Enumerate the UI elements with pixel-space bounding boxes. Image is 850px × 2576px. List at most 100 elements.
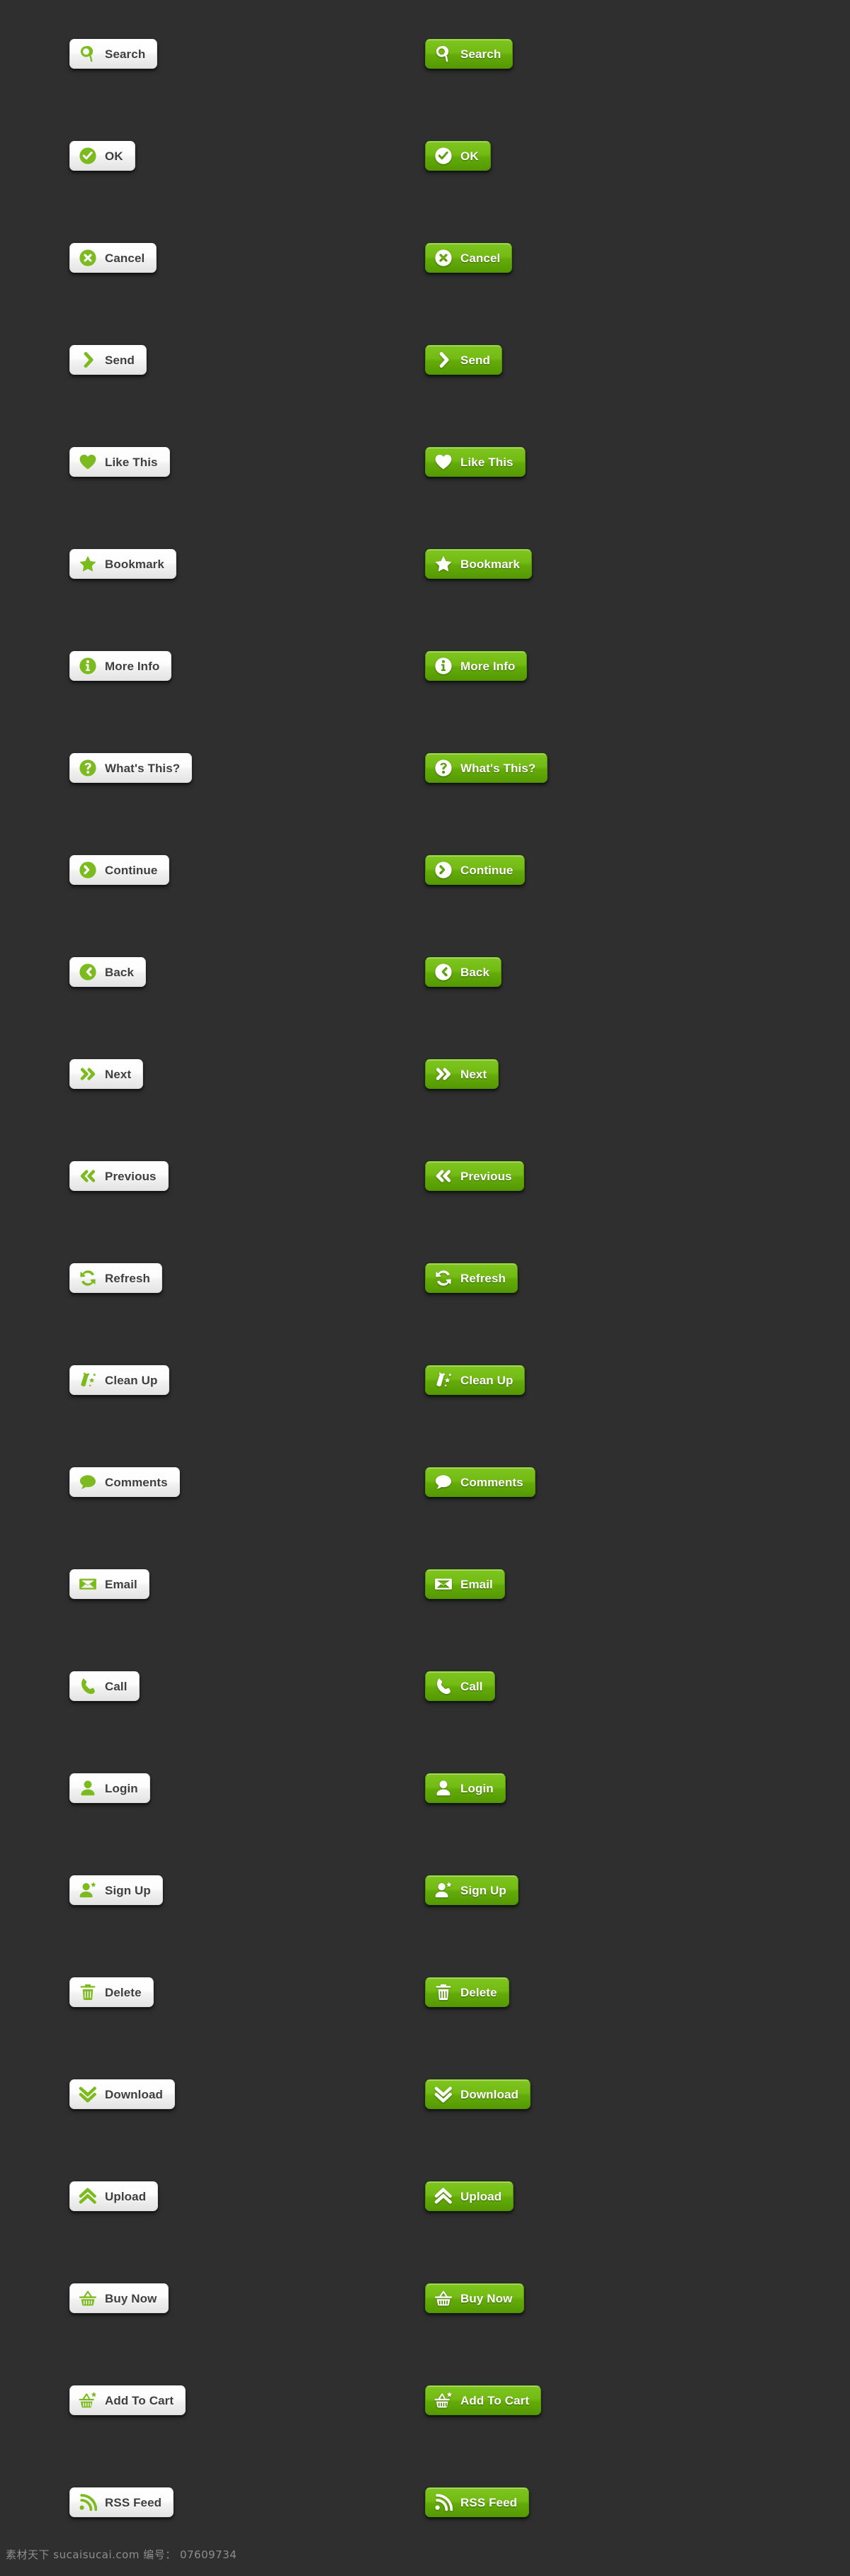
button-label: Email (460, 1577, 493, 1591)
button-label: What's This? (460, 761, 536, 775)
light-button-previous[interactable]: Previous (69, 1161, 169, 1191)
light-button-download[interactable]: Download (69, 2079, 176, 2109)
button-row: Delete Delete (0, 1977, 850, 2079)
light-button-refresh[interactable]: Refresh (69, 1263, 163, 1293)
arrow-left-circle-icon (79, 963, 97, 981)
light-button-comments[interactable]: Comments (69, 1467, 180, 1497)
green-button-send[interactable]: Send (425, 345, 502, 375)
green-button-column: Upload (425, 2181, 514, 2211)
light-button-buy-now[interactable]: Buy Now (69, 2283, 169, 2313)
arrow-left-circle-icon (434, 963, 453, 981)
green-button-rss-feed[interactable]: RSS Feed (425, 2487, 530, 2517)
button-label: Back (105, 965, 135, 979)
light-button-call[interactable]: Call (69, 1671, 140, 1701)
double-chevron-down-icon (79, 2085, 97, 2103)
green-button-upload[interactable]: Upload (425, 2181, 514, 2211)
light-button-back[interactable]: Back (69, 957, 147, 987)
light-button-column: Email (69, 1569, 149, 1599)
basket-icon (79, 2289, 97, 2307)
button-row: Sign Up Sign Up (0, 1875, 850, 1977)
green-button-email[interactable]: Email (425, 1569, 505, 1599)
watermark-text: 素材天下 sucaisucai.com 编号： 07609734 (6, 2548, 237, 2561)
light-button-cancel[interactable]: Cancel (69, 243, 157, 273)
light-button-next[interactable]: Next (69, 1059, 144, 1089)
envelope-icon (79, 1575, 97, 1593)
light-button-sign-up[interactable]: Sign Up (69, 1875, 163, 1905)
button-label: Bookmark (460, 557, 520, 571)
button-label: Sign Up (460, 1883, 506, 1897)
green-button-previous[interactable]: Previous (425, 1161, 524, 1191)
green-button-search[interactable]: Search (425, 39, 514, 69)
user-plus-icon (434, 1881, 453, 1899)
green-button-column: Previous (425, 1161, 524, 1191)
light-button-email[interactable]: Email (69, 1569, 149, 1599)
button-label: Delete (460, 1985, 497, 1999)
green-button-cancel[interactable]: Cancel (425, 243, 513, 273)
light-button-delete[interactable]: Delete (69, 1977, 154, 2007)
light-button-send[interactable]: Send (69, 345, 147, 375)
arrow-right-circle-icon (79, 861, 97, 879)
light-button-more-info[interactable]: More Info (69, 651, 172, 681)
chevron-right-icon (79, 351, 97, 369)
light-button-whats-this[interactable]: What's This? (69, 753, 193, 783)
light-button-like-this[interactable]: Like This (69, 447, 170, 477)
search-icon (79, 45, 97, 63)
green-button-sign-up[interactable]: Sign Up (425, 1875, 518, 1905)
green-button-clean-up[interactable]: Clean Up (425, 1365, 526, 1395)
green-button-login[interactable]: Login (425, 1773, 506, 1803)
green-button-whats-this[interactable]: What's This? (425, 753, 548, 783)
button-row: Buy Now Buy Now (0, 2283, 850, 2385)
green-button-continue[interactable]: Continue (425, 855, 526, 885)
button-label: Send (460, 353, 490, 367)
rss-icon (79, 2493, 97, 2512)
button-row: Email Email (0, 1569, 850, 1671)
button-label: Cancel (105, 251, 145, 265)
button-label: Continue (460, 863, 514, 877)
button-label: Download (460, 2087, 519, 2101)
light-button-continue[interactable]: Continue (69, 855, 170, 885)
green-button-column: Call (425, 1671, 495, 1701)
light-button-column: Next (69, 1059, 144, 1089)
light-button-login[interactable]: Login (69, 1773, 150, 1803)
green-button-refresh[interactable]: Refresh (425, 1263, 518, 1293)
green-button-buy-now[interactable]: Buy Now (425, 2283, 525, 2313)
light-button-add-to-cart[interactable]: Add To Cart (69, 2385, 186, 2415)
green-button-ok[interactable]: OK (425, 141, 491, 171)
green-button-download[interactable]: Download (425, 2079, 531, 2109)
light-button-column: Download (69, 2079, 176, 2109)
green-button-comments[interactable]: Comments (425, 1467, 536, 1497)
green-button-more-info[interactable]: More Info (425, 651, 528, 681)
light-button-search[interactable]: Search (69, 39, 158, 69)
button-label: Call (105, 1679, 128, 1693)
green-button-call[interactable]: Call (425, 1671, 495, 1701)
green-button-column: Refresh (425, 1263, 518, 1293)
chevron-right-icon (434, 351, 453, 369)
button-row: Comments Comments (0, 1467, 850, 1569)
button-label: Clean Up (460, 1373, 514, 1387)
button-label: More Info (460, 659, 516, 673)
button-label: OK (460, 149, 479, 163)
heart-icon (79, 453, 97, 471)
button-row: Call Call (0, 1671, 850, 1773)
green-button-bookmark[interactable]: Bookmark (425, 549, 532, 579)
envelope-icon (434, 1575, 453, 1593)
light-button-bookmark[interactable]: Bookmark (69, 549, 176, 579)
button-label: RSS Feed (460, 2495, 518, 2509)
phone-icon (434, 1677, 453, 1695)
button-label: Comments (460, 1475, 523, 1489)
basket-plus-icon (79, 2391, 97, 2410)
green-button-like-this[interactable]: Like This (425, 447, 526, 477)
button-set-canvas: Search Search OK OK Cancel Cancel Send Send Like… (0, 0, 850, 2576)
green-button-next[interactable]: Next (425, 1059, 499, 1089)
button-label: Continue (105, 863, 158, 877)
green-button-add-to-cart[interactable]: Add To Cart (425, 2385, 542, 2415)
green-button-delete[interactable]: Delete (425, 1977, 509, 2007)
light-button-rss-feed[interactable]: RSS Feed (69, 2487, 174, 2517)
light-button-clean-up[interactable]: Clean Up (69, 1365, 170, 1395)
light-button-ok[interactable]: OK (69, 141, 135, 171)
light-button-column: Sign Up (69, 1875, 163, 1905)
light-button-column: Like This (69, 447, 170, 477)
button-label: Send (105, 353, 135, 367)
light-button-upload[interactable]: Upload (69, 2181, 159, 2211)
green-button-back[interactable]: Back (425, 957, 502, 987)
